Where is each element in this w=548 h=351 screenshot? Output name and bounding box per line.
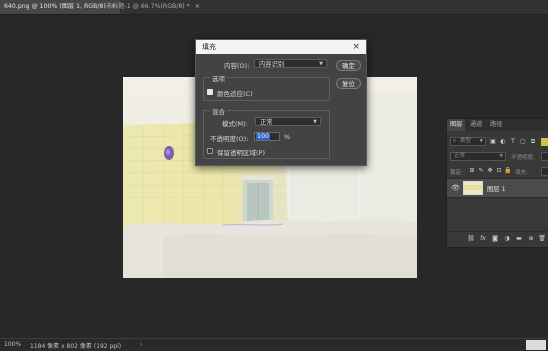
tab-layers[interactable]: 图层 xyxy=(447,119,466,131)
lock-position-icon[interactable]: ✥ xyxy=(486,167,494,175)
filter-toggle-icon[interactable] xyxy=(541,138,548,146)
layer-kind-filter[interactable]: ⌕ 类型 ▼ xyxy=(450,137,486,146)
fill-dialog: 填充 × 内容(O): 内容识别 ▼ 选项 颜色适应(C) 混合 模式(M): … xyxy=(195,39,367,166)
layer-thumbnail xyxy=(463,181,483,195)
lock-transparent-icon[interactable]: ⊞ xyxy=(468,167,476,175)
smart-object-filter-icon[interactable]: ⧉ xyxy=(529,138,537,146)
panel-tab-bar: 图层 通道 路径 xyxy=(447,119,548,131)
ok-button[interactable]: 确定 xyxy=(336,60,361,71)
trash-icon[interactable]: 🗑 xyxy=(538,235,546,243)
dialog-titlebar: 填充 × xyxy=(196,40,366,54)
lock-label: 锁定: xyxy=(450,170,463,176)
tab-untitled-1[interactable]: 未标题-1 @ 66.7%(RGB/8) * × xyxy=(102,0,204,14)
blend-mode-value: 正常 xyxy=(454,153,466,159)
status-bar: 100% 1184 像素 x 802 像素 (192 ppi) › xyxy=(0,338,548,351)
fx-icon[interactable]: fx xyxy=(479,235,487,243)
opacity-input[interactable]: 100 xyxy=(254,132,280,141)
opacity-label: 不透明度: xyxy=(511,155,535,161)
options-legend: 选项 xyxy=(210,73,227,83)
image-filter-icon[interactable]: ▣ xyxy=(489,138,497,146)
contents-select-value: 内容识别 xyxy=(259,61,285,68)
color-adapt-checkbox[interactable] xyxy=(207,89,213,95)
layer-fill-input[interactable] xyxy=(541,167,548,176)
tab-paths[interactable]: 路径 xyxy=(487,119,505,131)
layers-bottom-toolbar: ⛓ fx ◙ ◑ ▬ ⊕ 🗑 xyxy=(447,231,548,246)
tab-label: 未标题-1 @ 66.7%(RGB/8) * xyxy=(106,3,190,10)
scroll-corner xyxy=(526,340,546,350)
chevron-down-icon: ▼ xyxy=(313,119,317,125)
document-info: 1184 像素 x 802 像素 (192 ppi) xyxy=(30,343,122,350)
fill-label: 填充: xyxy=(515,170,528,176)
layers-panel: 图层 通道 路径 ⌕ 类型 ▼ ▣ ◐ T ▢ ⧉ 正常 ▼ 不透明度: 锁定:… xyxy=(446,118,548,248)
reset-button[interactable]: 复位 xyxy=(336,78,361,89)
lock-paint-icon[interactable]: ✎ xyxy=(477,167,485,175)
chevron-right-icon[interactable]: › xyxy=(140,341,142,348)
lock-artboard-icon[interactable]: ⊡ xyxy=(495,167,503,175)
close-icon[interactable]: × xyxy=(195,3,200,10)
chevron-down-icon: ▼ xyxy=(319,61,323,67)
preserve-transparency-label: 保留透明区域(P) xyxy=(217,149,265,157)
close-icon[interactable]: × xyxy=(352,40,360,54)
contents-select[interactable]: 内容识别 ▼ xyxy=(254,59,327,68)
mode-select-value: 正常 xyxy=(260,119,273,126)
search-icon: ⌕ xyxy=(453,138,457,144)
layer-name: 图层 1 xyxy=(487,186,506,193)
blend-mode-select[interactable]: 正常 ▼ xyxy=(450,152,506,161)
opacity-unit: % xyxy=(284,133,291,141)
link-layers-icon[interactable]: ⛓ xyxy=(467,235,475,243)
opacity-input-value: 100 xyxy=(256,133,271,140)
opacity-label: 不透明度(O): xyxy=(210,135,249,143)
add-mask-icon[interactable]: ◙ xyxy=(491,235,499,243)
type-filter-icon[interactable]: T xyxy=(509,138,517,146)
contents-label: 内容(O): xyxy=(224,62,250,70)
layer-kind-label: 类型 xyxy=(460,138,472,144)
mode-select[interactable]: 正常 ▼ xyxy=(255,117,321,126)
shape-filter-icon[interactable]: ▢ xyxy=(519,138,527,146)
adjustment-layer-icon[interactable]: ◑ xyxy=(503,235,511,243)
chevron-down-icon: ▼ xyxy=(499,154,503,159)
new-group-icon[interactable]: ▬ xyxy=(515,235,523,243)
tab-label: 640.png @ 100% (图层 1, RGB/8) xyxy=(4,3,106,10)
tab-channels[interactable]: 通道 xyxy=(467,119,485,131)
preserve-transparency-checkbox[interactable] xyxy=(207,148,213,154)
new-layer-icon[interactable]: ⊕ xyxy=(527,235,535,243)
chevron-down-icon: ▼ xyxy=(479,139,483,144)
visibility-eye-icon[interactable]: 👁 xyxy=(451,184,460,192)
mode-label: 模式(M): xyxy=(222,120,248,128)
document-tab-bar: 640.png @ 100% (图层 1, RGB/8) × 未标题-1 @ 66… xyxy=(0,0,548,15)
blending-legend: 混合 xyxy=(210,106,227,116)
color-adapt-label: 颜色适应(C) xyxy=(217,90,253,98)
lock-all-icon[interactable]: 🔒 xyxy=(504,167,512,175)
layer-row[interactable]: 👁 图层 1 xyxy=(447,178,548,198)
marquee-selection xyxy=(288,164,360,218)
layer-opacity-input[interactable] xyxy=(541,152,548,161)
dialog-title: 填充 xyxy=(202,43,216,51)
zoom-level[interactable]: 100% xyxy=(4,341,21,348)
adjustment-filter-icon[interactable]: ◐ xyxy=(499,138,507,146)
